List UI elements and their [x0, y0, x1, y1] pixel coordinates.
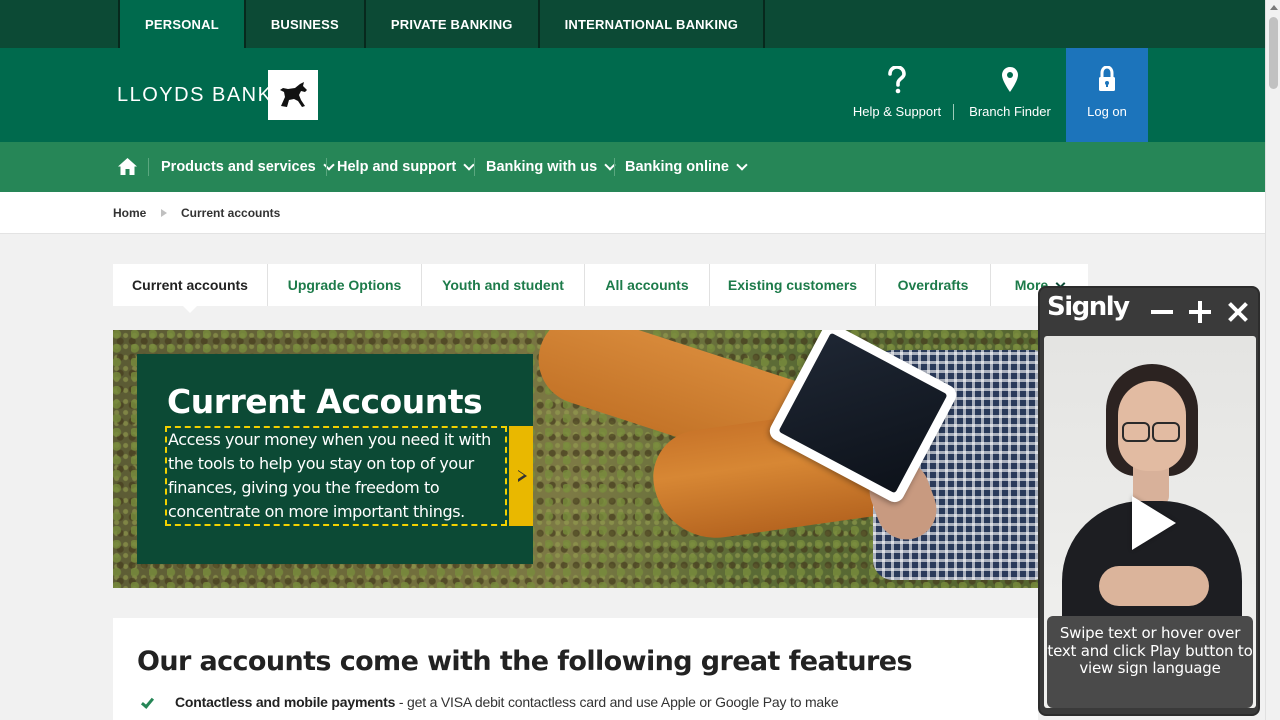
nav-label: Products and services — [161, 159, 316, 175]
play-icon[interactable] — [1132, 496, 1176, 550]
nav-divider — [148, 158, 149, 176]
home-icon[interactable] — [117, 157, 138, 181]
subtab-overdrafts[interactable]: Overdrafts — [876, 264, 991, 306]
site-header: LLOYDS BANK Help & Support Branch Finder… — [0, 48, 1265, 142]
black-horse-logo-icon[interactable] — [268, 70, 318, 120]
segment-bar: PERSONAL BUSINESS PRIVATE BANKING INTERN… — [0, 0, 1265, 48]
nav-label: Banking with us — [486, 159, 598, 175]
segment-tab-business[interactable]: BUSINESS — [246, 0, 366, 48]
nav-divider — [474, 158, 475, 176]
subtab-youth-and-student[interactable]: Youth and student — [422, 264, 585, 306]
close-icon[interactable] — [1224, 298, 1252, 326]
breadcrumb: Home Current accounts — [0, 192, 1265, 234]
subtab-existing-customers[interactable]: Existing customers — [710, 264, 876, 306]
sign-play-icon[interactable] — [509, 426, 533, 526]
page-title: Current Accounts — [167, 382, 483, 421]
checkmark-icon — [140, 695, 155, 709]
signly-instructions: Swipe text or hover over text and click … — [1047, 616, 1253, 708]
page-scrollbar[interactable] — [1265, 0, 1280, 720]
sub-navigation-tabs: Current accounts Upgrade Options Youth a… — [113, 264, 1088, 313]
segment-tab-personal[interactable]: PERSONAL — [118, 0, 246, 48]
nav-label: Banking online — [625, 159, 729, 175]
brand-logo-text[interactable]: LLOYDS BANK — [117, 84, 272, 107]
features-section: Our accounts come with the following gre… — [113, 618, 1038, 720]
subtab-upgrade-options[interactable]: Upgrade Options — [268, 264, 422, 306]
scrollbar-thumb[interactable] — [1269, 17, 1278, 89]
segment-tab-private-banking[interactable]: PRIVATE BANKING — [366, 0, 540, 48]
chevron-down-icon — [323, 158, 335, 171]
plus-icon[interactable] — [1186, 298, 1214, 326]
features-heading: Our accounts come with the following gre… — [137, 646, 913, 677]
header-divider — [953, 104, 954, 120]
branch-finder-label: Branch Finder — [969, 104, 1051, 119]
nav-label: Help and support — [337, 159, 457, 175]
map-pin-icon — [960, 66, 1060, 94]
nav-banking-with-us[interactable]: Banking with us — [486, 142, 616, 192]
minus-icon[interactable] — [1148, 298, 1176, 326]
branch-finder-link[interactable]: Branch Finder — [960, 48, 1060, 142]
subtab-current-accounts[interactable]: Current accounts — [113, 264, 268, 313]
segment-tab-international-banking[interactable]: INTERNATIONAL BANKING — [540, 0, 766, 48]
chevron-down-icon — [736, 158, 748, 171]
main-navigation: Products and services Help and support B… — [0, 142, 1265, 192]
question-mark-icon — [848, 66, 946, 94]
segment-tabs: PERSONAL BUSINESS PRIVATE BANKING INTERN… — [118, 0, 766, 48]
nav-help-and-support[interactable]: Help and support — [337, 142, 475, 192]
video-frame-detail — [1099, 566, 1209, 606]
nav-divider — [326, 158, 327, 176]
hero-banner: Current Accounts Access your money when … — [113, 330, 1038, 588]
signly-logo: Signly — [1047, 292, 1130, 322]
log-on-label: Log on — [1087, 104, 1127, 119]
breadcrumb-home[interactable]: Home — [113, 206, 146, 220]
video-frame-detail — [1122, 422, 1150, 442]
log-on-button[interactable]: Log on — [1066, 48, 1148, 142]
subtab-all-accounts[interactable]: All accounts — [585, 264, 710, 306]
nav-banking-online[interactable]: Banking online — [625, 142, 748, 192]
signly-widget: Signly Swipe text or hover over text and… — [1038, 286, 1260, 716]
video-frame-detail — [1152, 422, 1180, 442]
breadcrumb-current: Current accounts — [181, 206, 281, 220]
scroll-up-arrow-icon[interactable] — [1266, 0, 1280, 15]
feature-text: - get a VISA debit contactless card and … — [395, 694, 839, 710]
feature-list-item: Contactless and mobile payments - get a … — [140, 694, 839, 710]
hero-text-panel: Current Accounts Access your money when … — [137, 354, 533, 564]
nav-products-and-services[interactable]: Products and services — [161, 142, 335, 192]
hero-description[interactable]: Access your money when you need it with … — [165, 426, 507, 526]
help-support-link[interactable]: Help & Support — [848, 48, 946, 142]
help-support-label: Help & Support — [852, 104, 942, 119]
padlock-icon — [1066, 66, 1148, 94]
feature-title: Contactless and mobile payments — [175, 694, 396, 710]
breadcrumb-separator-icon — [161, 209, 167, 217]
nav-divider — [614, 158, 615, 176]
